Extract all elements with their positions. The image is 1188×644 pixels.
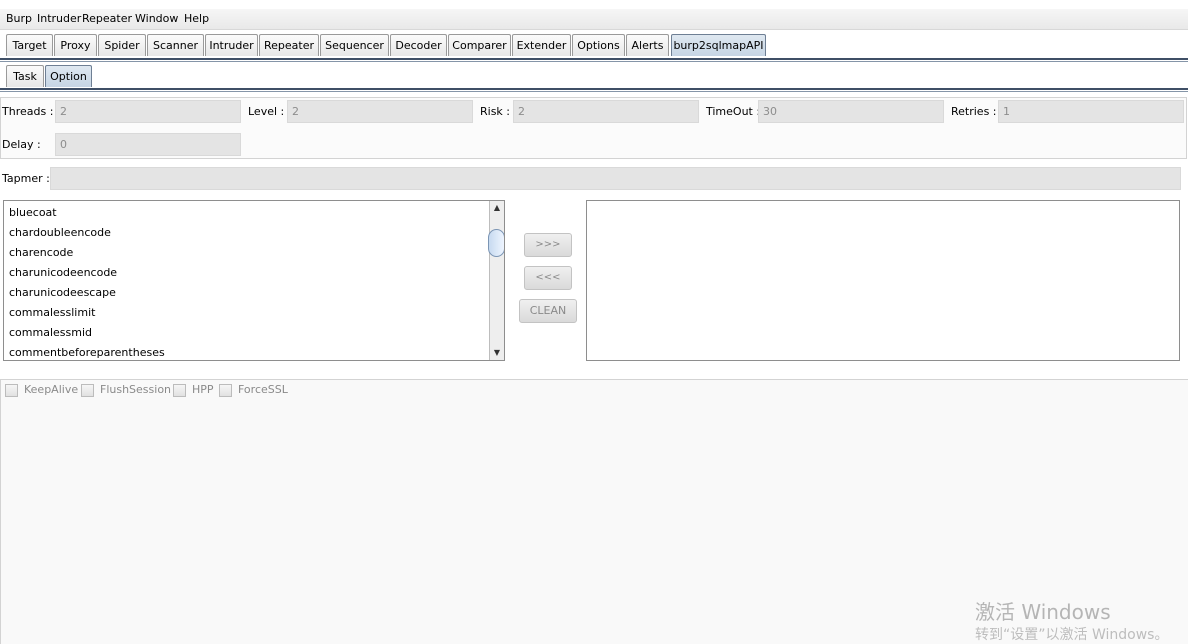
window-top-edge xyxy=(0,0,1188,9)
risk-field[interactable]: 2 xyxy=(513,100,699,123)
main-tab-bar: Target Proxy Spider Scanner Intruder Rep… xyxy=(0,34,1188,58)
list-scrollbar[interactable]: ▲ ▼ xyxy=(488,201,504,360)
sub-tab-bar: Task Option xyxy=(0,65,1188,88)
retries-label: Retries : xyxy=(951,105,997,118)
scroll-down-arrow-icon[interactable]: ▼ xyxy=(491,347,503,359)
forcessl-label: ForceSSL xyxy=(238,383,288,396)
list-item[interactable]: commalesslimit xyxy=(9,306,95,320)
forcessl-checkbox[interactable] xyxy=(219,384,232,397)
flushsession-label: FlushSession xyxy=(100,383,172,396)
tab-options[interactable]: Options xyxy=(572,34,625,56)
sub-tab-divider xyxy=(0,88,1188,90)
tab-proxy[interactable]: Proxy xyxy=(54,34,97,56)
timeout-label: TimeOut : xyxy=(706,105,761,118)
risk-label: Risk : xyxy=(480,105,511,118)
tab-alerts[interactable]: Alerts xyxy=(626,34,669,56)
tab-scanner[interactable]: Scanner xyxy=(147,34,204,56)
level-field[interactable]: 2 xyxy=(287,100,473,123)
sub-tab-divider-inner xyxy=(0,91,1188,92)
keepalive-checkbox[interactable] xyxy=(5,384,18,397)
tab-spider[interactable]: Spider xyxy=(98,34,146,56)
subtab-task[interactable]: Task xyxy=(6,65,44,87)
retries-field[interactable]: 1 xyxy=(998,100,1184,123)
remove-tamper-button[interactable]: <<< xyxy=(524,266,572,290)
tamper-available-list[interactable]: bluecoat chardoubleencode charencode cha… xyxy=(3,200,505,361)
tab-comparer[interactable]: Comparer xyxy=(448,34,511,56)
activation-watermark-title: 激活 Windows xyxy=(975,600,1111,624)
tab-sequencer[interactable]: Sequencer xyxy=(320,34,389,56)
threads-label: Threads : xyxy=(2,105,54,118)
scroll-thumb[interactable] xyxy=(488,229,504,257)
list-item[interactable]: chardoubleencode xyxy=(9,226,111,240)
tab-extender[interactable]: Extender xyxy=(512,34,571,56)
hpp-label: HPP xyxy=(192,383,214,396)
threads-field[interactable]: 2 xyxy=(55,100,241,123)
flushsession-checkbox[interactable] xyxy=(81,384,94,397)
tab-intruder[interactable]: Intruder xyxy=(205,34,258,56)
hpp-checkbox[interactable] xyxy=(173,384,186,397)
tamper-selected-list[interactable] xyxy=(586,200,1180,361)
list-item[interactable]: commentbeforeparentheses xyxy=(9,346,165,360)
tab-target[interactable]: Target xyxy=(6,34,53,56)
list-item[interactable]: bluecoat xyxy=(9,206,57,220)
timeout-field[interactable]: 30 xyxy=(758,100,944,123)
menu-burp[interactable]: Burp xyxy=(6,12,32,26)
menu-help[interactable]: Help xyxy=(184,12,209,26)
tab-repeater[interactable]: Repeater xyxy=(259,34,319,56)
list-item[interactable]: charencode xyxy=(9,246,73,260)
menu-repeater[interactable]: Repeater xyxy=(82,12,132,26)
list-item[interactable]: charunicodeescape xyxy=(9,286,116,300)
delay-field[interactable]: 0 xyxy=(55,133,241,156)
main-tab-divider xyxy=(0,58,1188,60)
scroll-up-arrow-icon[interactable]: ▲ xyxy=(491,202,503,214)
tab-burp2sqlmapapi[interactable]: burp2sqlmapAPI xyxy=(671,34,766,56)
main-tab-divider-inner xyxy=(0,61,1188,62)
list-item[interactable]: charunicodeencode xyxy=(9,266,117,280)
delay-label: Delay : xyxy=(2,138,41,151)
level-label: Level : xyxy=(248,105,285,118)
subtab-option[interactable]: Option xyxy=(45,65,92,87)
menu-intruder[interactable]: Intruder xyxy=(37,12,81,26)
activation-watermark-subtitle: 转到“设置”以激活 Windows。 xyxy=(975,627,1169,643)
keepalive-label: KeepAlive xyxy=(24,383,79,396)
tab-decoder[interactable]: Decoder xyxy=(390,34,447,56)
list-item[interactable]: commalessmid xyxy=(9,326,92,340)
menu-bar: Burp Intruder Repeater Window Help xyxy=(0,9,1188,30)
tamper-field[interactable] xyxy=(50,167,1181,190)
add-tamper-button[interactable]: >>> xyxy=(524,233,572,257)
clean-button[interactable]: CLEAN xyxy=(519,299,577,323)
tamper-label: Tapmer : xyxy=(2,172,50,185)
menu-window[interactable]: Window xyxy=(135,12,178,26)
